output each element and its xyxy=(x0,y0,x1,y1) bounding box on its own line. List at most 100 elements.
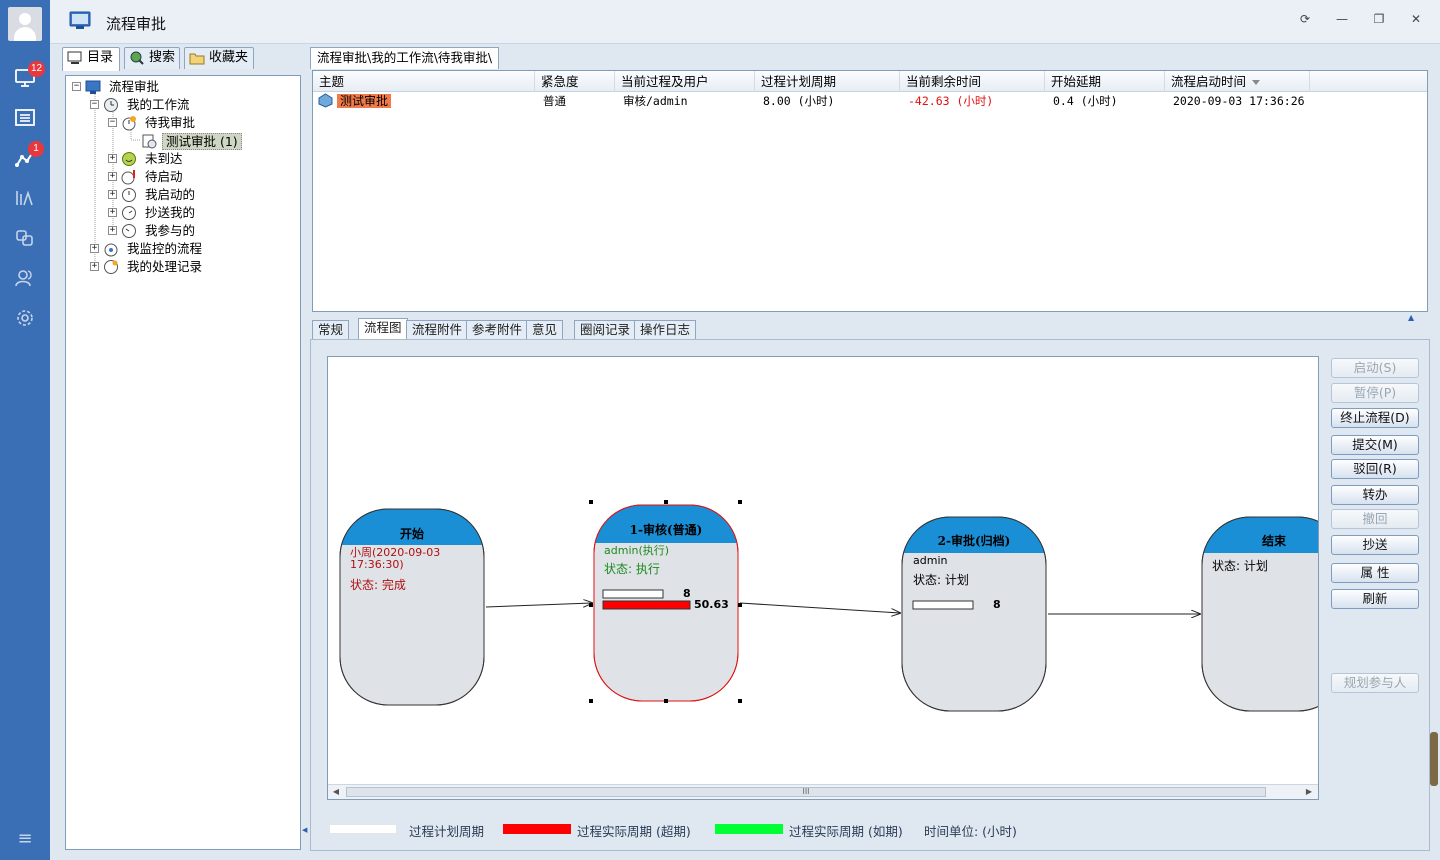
terminate-button[interactable]: 终止流程(D) xyxy=(1331,408,1419,428)
rail-monitor-button[interactable]: 12 xyxy=(0,60,50,96)
rail-workflow-button[interactable]: 1 xyxy=(0,140,50,176)
scrollbar-thumb[interactable]: III xyxy=(346,787,1266,797)
node-title: 1-审核(普通) xyxy=(629,523,703,537)
column-header-label: 流程启动时间 xyxy=(1171,74,1247,89)
tree-node-label: 待我审批 xyxy=(145,115,196,130)
tree-node-label: 我的处理记录 xyxy=(127,259,203,274)
chart-icon xyxy=(16,190,33,206)
actual-value: 50.63 xyxy=(694,598,729,611)
window-title: 流程审批 xyxy=(106,15,167,33)
tab-flow-attachments[interactable]: 流程附件 xyxy=(406,320,469,339)
expand-icon[interactable]: + xyxy=(108,226,117,235)
node-user: 小周(2020-09-03 17:36:30) xyxy=(350,546,441,571)
column-header[interactable]: 开始延期 xyxy=(1045,71,1165,92)
column-header-sorted[interactable]: 流程启动时间 xyxy=(1165,71,1310,92)
workflow-badge: 1 xyxy=(28,141,44,157)
restore-button[interactable]: ❐ xyxy=(1368,10,1390,28)
scroll-right-icon[interactable]: ▶ xyxy=(1302,785,1316,799)
panel-splitter-icon[interactable]: ▲ xyxy=(1408,313,1414,322)
tab-ref-attachments[interactable]: 参考附件 xyxy=(466,320,529,339)
reject-button[interactable]: 驳回(R) xyxy=(1331,459,1419,479)
transfer-button[interactable]: 转办 xyxy=(1331,485,1419,505)
node-user: admin(执行) xyxy=(604,544,670,557)
computer-icon xyxy=(67,51,82,64)
column-header[interactable]: 紧急度 xyxy=(535,71,615,92)
flow-edge xyxy=(739,602,900,613)
tab-flowchart[interactable]: 流程图 xyxy=(358,318,408,339)
tree-node-label: 待启动 xyxy=(145,169,183,184)
tree-node-label: 流程审批 xyxy=(109,79,160,94)
expand-icon[interactable]: + xyxy=(90,262,99,271)
clock-icon xyxy=(104,98,118,112)
tab-read-records[interactable]: 圈阅记录 xyxy=(574,320,637,339)
tab-general[interactable]: 常规 xyxy=(312,320,350,339)
side-scroll-knob[interactable] xyxy=(1430,732,1438,786)
refresh-button[interactable]: ⟳ xyxy=(1294,10,1316,28)
properties-button[interactable]: 属 性 xyxy=(1331,563,1419,583)
plan-participants-button[interactable]: 规划参与人 xyxy=(1331,673,1419,693)
task-list: 主题 紧急度 当前过程及用户 过程计划周期 当前剩余时间 开始延期 流程启动时间… xyxy=(312,70,1428,312)
rail-chart-button[interactable] xyxy=(0,180,50,216)
column-header[interactable]: 主题 xyxy=(313,71,535,92)
column-header[interactable]: 过程计划周期 xyxy=(755,71,900,92)
column-header[interactable]: 当前过程及用户 xyxy=(615,71,755,92)
flowchart-panel: 开始 小周(2020-09-03 17:36:30) 状态: 完成 1-审核(普… xyxy=(310,339,1430,851)
rail-list-button[interactable] xyxy=(0,100,50,136)
monitor-badge: 12 xyxy=(28,61,46,77)
expand-icon[interactable]: + xyxy=(90,244,99,253)
submit-button[interactable]: 提交(M) xyxy=(1331,435,1419,455)
flow-diagram xyxy=(339,500,1318,712)
title-bar: 流程审批 ⟳ — ❐ ✕ xyxy=(50,0,1440,44)
menu-icon[interactable]: ≡ xyxy=(0,828,50,849)
cc-button[interactable]: 抄送 xyxy=(1331,535,1419,555)
left-panel: 目录 搜索 收藏夹 − 流程审批 − 我的工作流 − 待我审批 测试审批 (1)… xyxy=(56,46,306,854)
legend-unit: 时间单位: (小时) xyxy=(924,824,1017,839)
document-clock-icon xyxy=(142,134,157,149)
row-subject: 测试审批 xyxy=(313,92,392,110)
row-remaining: -42.63 (小时) xyxy=(908,94,994,108)
node-user: admin xyxy=(913,554,948,567)
clock-icon xyxy=(122,206,136,220)
start-button[interactable]: 启动(S) xyxy=(1331,358,1419,378)
tab-search[interactable]: 搜索 xyxy=(124,47,180,69)
plan-bar xyxy=(602,589,664,599)
collapse-icon[interactable]: − xyxy=(72,82,81,91)
column-header[interactable]: 当前剩余时间 xyxy=(900,71,1045,92)
tree-node-label: 抄送我的 xyxy=(145,205,196,220)
expand-icon[interactable]: + xyxy=(108,154,117,163)
flowchart-canvas: 开始 小周(2020-09-03 17:36:30) 状态: 完成 1-审核(普… xyxy=(327,356,1319,800)
splitter-left-icon[interactable]: ◀ xyxy=(302,826,307,834)
monitor-app-icon xyxy=(69,11,91,29)
pause-button[interactable]: 暂停(P) xyxy=(1331,383,1419,403)
node-status: 状态: 执行 xyxy=(604,562,660,576)
tree-node-label: 未到达 xyxy=(145,151,183,166)
expand-icon[interactable]: + xyxy=(108,172,117,181)
row-current: 审核/admin xyxy=(623,94,688,108)
tab-catalog[interactable]: 目录 xyxy=(62,47,120,71)
withdraw-button[interactable]: 撤回 xyxy=(1331,509,1419,529)
collapse-icon[interactable]: − xyxy=(90,100,99,109)
scroll-left-icon[interactable]: ◀ xyxy=(329,785,343,799)
collapse-icon[interactable]: − xyxy=(108,118,117,127)
tab-opinions[interactable]: 意见 xyxy=(526,320,564,339)
tab-operation-log[interactable]: 操作日志 xyxy=(634,320,697,339)
list-icon xyxy=(15,109,35,126)
row-delay: 0.4 (小时) xyxy=(1053,94,1118,108)
list-header: 主题 紧急度 当前过程及用户 过程计划周期 当前剩余时间 开始延期 流程启动时间 xyxy=(313,71,1427,92)
gear-icon xyxy=(17,310,33,326)
expand-icon[interactable]: + xyxy=(108,190,117,199)
left-rail: 12 1 ≡ xyxy=(0,0,50,860)
close-button[interactable]: ✕ xyxy=(1405,10,1427,28)
minimize-button[interactable]: — xyxy=(1331,10,1353,28)
tab-favorites[interactable]: 收藏夹 xyxy=(184,47,254,69)
avatar[interactable] xyxy=(8,7,42,41)
row-start: 2020-09-03 17:36:26 xyxy=(1173,94,1305,108)
expand-icon[interactable]: + xyxy=(108,208,117,217)
rail-settings-button[interactable] xyxy=(0,300,50,336)
horizontal-scrollbar[interactable]: ◀ III ▶ xyxy=(328,784,1318,799)
refresh-flow-button[interactable]: 刷新 xyxy=(1331,589,1419,609)
tab-favorites-label: 收藏夹 xyxy=(209,50,249,65)
rail-users-button[interactable] xyxy=(0,260,50,296)
alert-clock-icon xyxy=(121,170,135,185)
rail-transfer-button[interactable] xyxy=(0,220,50,256)
